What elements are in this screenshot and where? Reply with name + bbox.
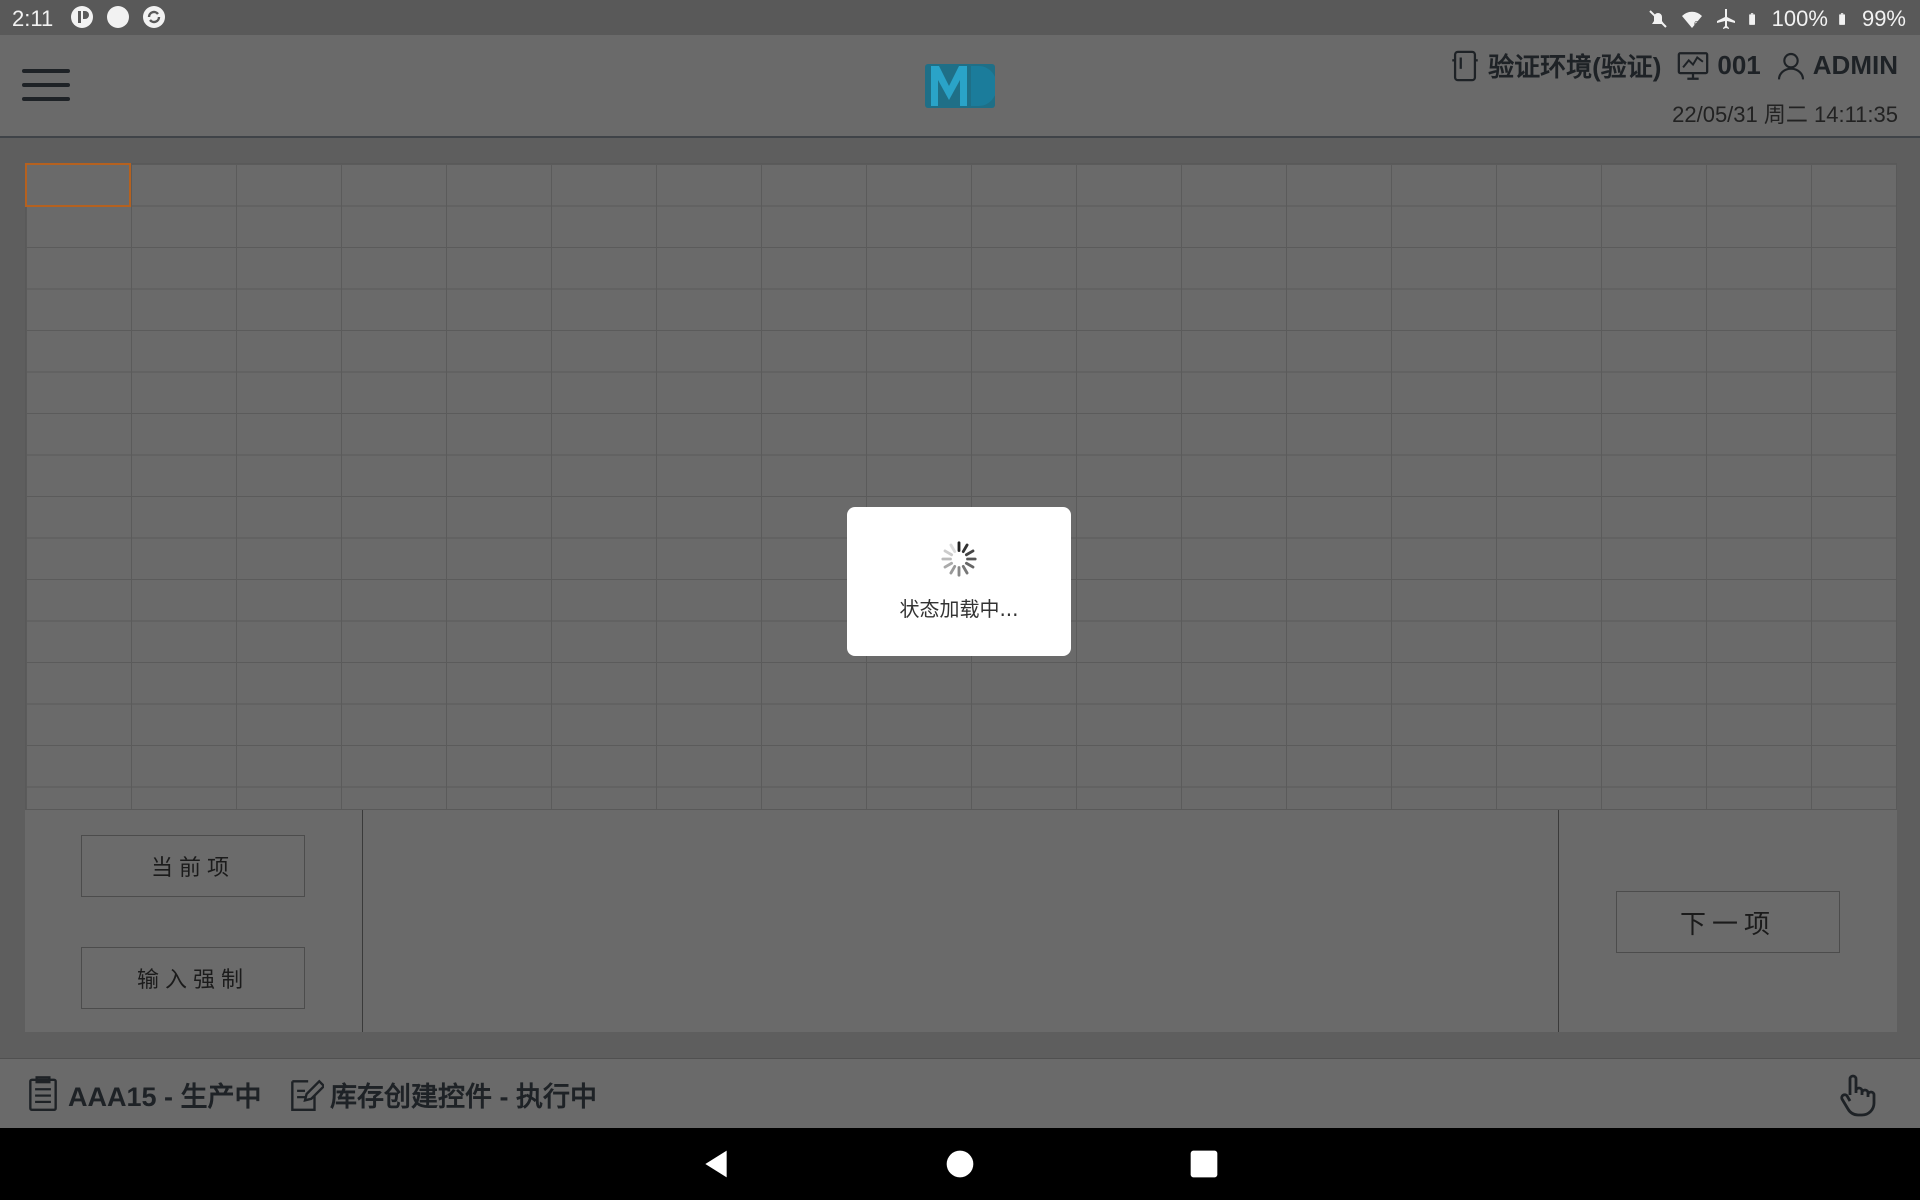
mute-bell-icon: [1648, 10, 1667, 28]
status-time: 2:11: [12, 6, 54, 31]
wifi-badge: 6: [1694, 20, 1699, 29]
header-info: 验证环境(验证) 001 ADMIN 22/05/31 周二 14:11:35: [1298, 47, 1898, 127]
circle-notification-icon: [107, 6, 129, 28]
sync-notification-icon: [143, 6, 165, 28]
environment-indicator: 验证环境(验证): [1448, 47, 1661, 84]
status-bar: 2:11 6 100% 99%: [0, 0, 1920, 35]
user-icon: [1777, 52, 1804, 79]
menu-bar: [22, 83, 70, 87]
back-icon[interactable]: [700, 1148, 732, 1180]
panel-divider: [1558, 810, 1559, 1032]
spreadsheet-grid[interactable]: [25, 163, 1897, 810]
terminal-number: 001: [1717, 50, 1761, 80]
airplane-icon: [1716, 9, 1735, 29]
home-icon[interactable]: [944, 1148, 976, 1180]
task-status[interactable]: 库存创建控件 - 执行中: [286, 1073, 597, 1115]
current-item-button[interactable]: 当前项: [81, 835, 305, 897]
user-indicator: ADMIN: [1775, 49, 1898, 83]
wifi-icon: 6: [1681, 11, 1702, 29]
loading-dialog: 状态加载中...: [847, 507, 1071, 656]
next-item-button[interactable]: 下一项: [1616, 891, 1840, 953]
task-status-label: 库存创建控件 - 执行中: [330, 1081, 597, 1112]
battery-level-secondary: 99%: [1861, 6, 1906, 31]
clipboard-icon: [29, 1076, 57, 1112]
panel-divider: [362, 810, 363, 1032]
control-panel: 当前项 输入强制 下一项: [25, 810, 1897, 1032]
edit-document-icon: [291, 1079, 324, 1112]
recents-icon[interactable]: [1188, 1148, 1220, 1180]
battery-charging-icon: [1839, 13, 1845, 25]
header-datetime: 22/05/31 周二 14:11:35: [1672, 102, 1898, 127]
status-system-icons: 6 100% 99%: [1646, 6, 1906, 32]
environment-label: 验证环境(验证): [1488, 52, 1662, 82]
order-status-label: AAA15 - 生产中: [68, 1081, 262, 1112]
menu-bar: [22, 97, 70, 101]
order-status[interactable]: AAA15 - 生产中: [24, 1073, 262, 1115]
selected-cell[interactable]: [25, 163, 131, 207]
app-notification-icon: [71, 6, 93, 28]
battery-level-primary: 100%: [1771, 6, 1828, 31]
device-icon: [1452, 50, 1478, 81]
terminal-indicator: 001: [1675, 49, 1761, 83]
spreadsheet-grid-panel[interactable]: [25, 163, 1897, 810]
loading-spinner-icon: [941, 541, 977, 577]
input-force-button[interactable]: 输入强制: [81, 947, 305, 1009]
company-logo-icon: [925, 64, 995, 108]
hamburger-menu-button[interactable]: [22, 63, 70, 107]
status-notification-icons: [70, 5, 166, 29]
status-footer: AAA15 - 生产中 库存创建控件 - 执行中: [0, 1058, 1920, 1129]
header-status-row: 验证环境(验证) 001 ADMIN: [1448, 47, 1898, 84]
touch-hand-icon[interactable]: [1832, 1071, 1880, 1119]
loading-message: 状态加载中...: [899, 597, 1019, 621]
battery-icon: [1748, 13, 1755, 25]
user-name: ADMIN: [1812, 50, 1898, 80]
monitor-icon: [1678, 51, 1709, 80]
menu-bar: [22, 69, 70, 73]
system-navigation-bar: [0, 1128, 1920, 1200]
app-header: 验证环境(验证) 001 ADMIN 22/05/31 周二 14:11:35: [0, 35, 1920, 138]
